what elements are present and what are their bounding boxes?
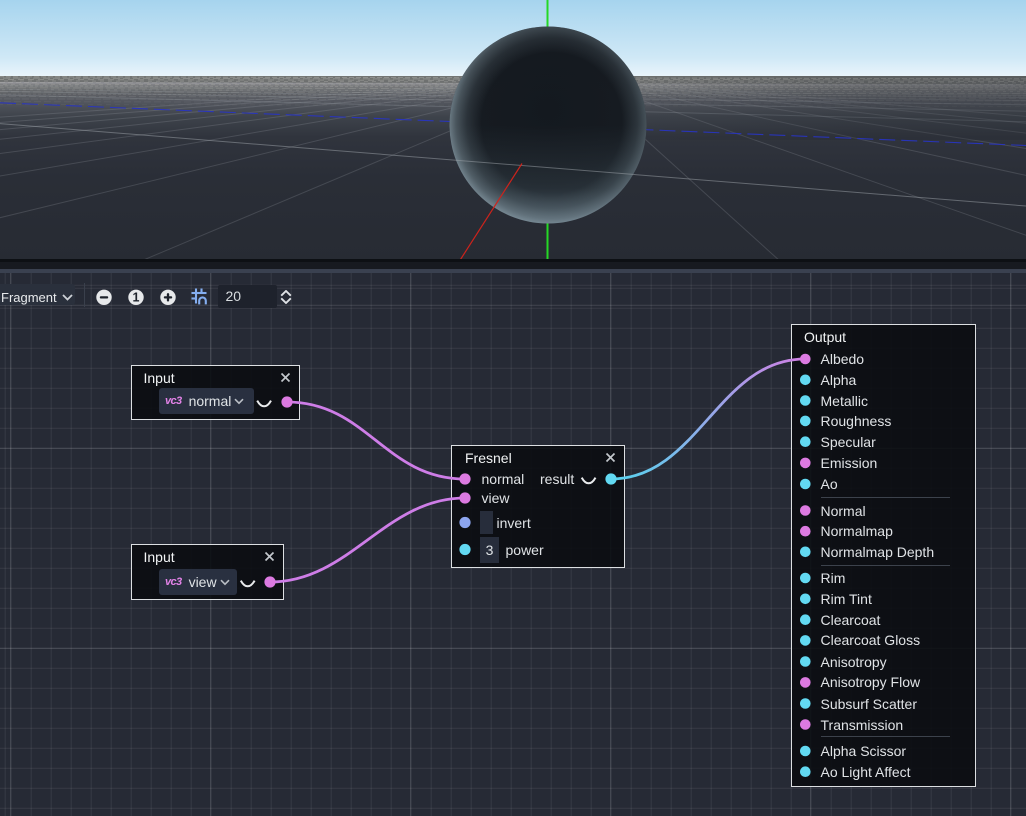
svg-text:1: 1 [133,291,140,305]
